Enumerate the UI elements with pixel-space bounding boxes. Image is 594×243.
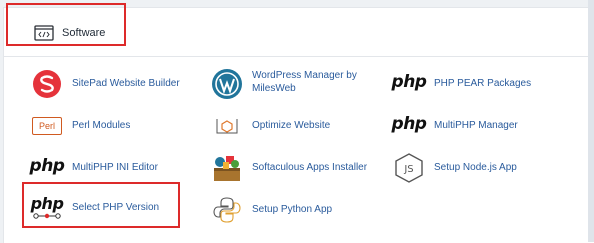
perl-badge: Perl bbox=[32, 117, 62, 135]
item-label: Optimize Website bbox=[252, 120, 331, 131]
item-label: SitePad Website Builder bbox=[72, 78, 180, 89]
item-label: MultiPHP INI Editor bbox=[72, 162, 158, 173]
right-scroll-edge bbox=[588, 0, 594, 242]
softaculous-icon bbox=[210, 151, 244, 185]
multiphp-manager-link[interactable]: php MultiPHP Manager bbox=[392, 109, 552, 143]
wordpress-icon bbox=[210, 67, 244, 101]
setup-python-app-link[interactable]: Setup Python App bbox=[210, 193, 380, 227]
optimize-website-link[interactable]: Optimize Website bbox=[210, 109, 380, 143]
sitepad-website-builder-link[interactable]: SitePad Website Builder bbox=[30, 67, 200, 101]
item-label-line1: WordPress Manager by bbox=[252, 70, 357, 81]
setup-nodejs-app-link[interactable]: JS Setup Node.js App bbox=[392, 151, 552, 185]
multiphp-ini-icon: php bbox=[29, 151, 65, 185]
section-header-highlight bbox=[6, 3, 126, 46]
item-label: Perl Modules bbox=[72, 120, 131, 131]
multiphp-manager-icon: php bbox=[391, 109, 427, 143]
item-label: Softaculous Apps Installer bbox=[252, 162, 368, 173]
php-logo-text: php bbox=[29, 156, 65, 176]
item-label-line2: MilesWeb bbox=[252, 83, 296, 94]
php-pear-icon: php bbox=[391, 67, 427, 101]
wordpress-manager-link[interactable]: WordPress Manager by MilesWeb bbox=[210, 67, 380, 101]
item-label: MultiPHP Manager bbox=[434, 120, 518, 131]
item-label: Setup Node.js App bbox=[434, 162, 517, 173]
svg-text:JS: JS bbox=[403, 164, 413, 175]
item-label: Setup Python App bbox=[252, 204, 333, 215]
item-label: PHP PEAR Packages bbox=[434, 78, 532, 89]
perl-modules-link[interactable]: Perl Perl Modules bbox=[30, 109, 200, 143]
select-php-version-highlight bbox=[22, 182, 180, 228]
softaculous-apps-installer-link[interactable]: Softaculous Apps Installer bbox=[210, 151, 385, 185]
php-pear-packages-link[interactable]: php PHP PEAR Packages bbox=[392, 67, 552, 101]
perl-icon: Perl bbox=[30, 109, 64, 143]
python-icon bbox=[210, 193, 244, 227]
sitepad-icon bbox=[30, 67, 64, 101]
php-logo-text: php bbox=[391, 72, 427, 92]
optimize-icon bbox=[210, 109, 244, 143]
php-logo-text: php bbox=[391, 114, 427, 134]
nodejs-icon: JS bbox=[392, 151, 426, 185]
multiphp-ini-editor-link[interactable]: php MultiPHP INI Editor bbox=[30, 151, 200, 185]
